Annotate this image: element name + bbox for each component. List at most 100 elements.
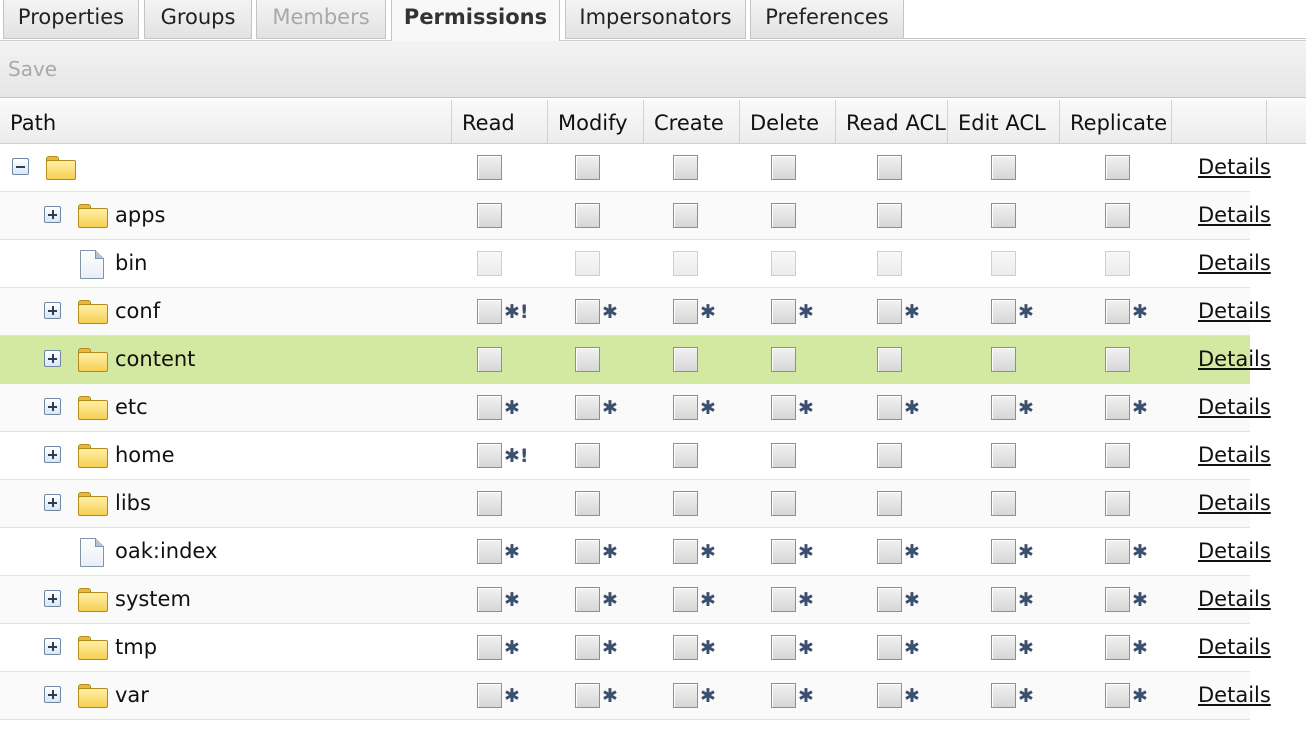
- column-header-read-acl[interactable]: Read ACL: [836, 100, 948, 144]
- details-link[interactable]: Details: [1198, 672, 1271, 720]
- checkbox-read[interactable]: [477, 155, 502, 180]
- path-label[interactable]: tmp: [115, 624, 157, 672]
- checkbox-delete[interactable]: [771, 203, 796, 228]
- path-label[interactable]: libs: [115, 480, 151, 528]
- checkbox-replicate[interactable]: [1105, 491, 1130, 516]
- checkbox-create[interactable]: [673, 539, 698, 564]
- details-link[interactable]: Details: [1198, 384, 1271, 432]
- checkbox-read[interactable]: [477, 443, 502, 468]
- checkbox-delete[interactable]: [771, 155, 796, 180]
- checkbox-edit-acl[interactable]: [991, 299, 1016, 324]
- checkbox-read-acl[interactable]: [877, 587, 902, 612]
- checkbox-modify[interactable]: [575, 443, 600, 468]
- checkbox-edit-acl[interactable]: [991, 587, 1016, 612]
- column-header-create[interactable]: Create: [644, 100, 740, 144]
- table-row[interactable]: conf ✱! ✱ ✱ ✱ ✱ ✱ ✱ Details: [0, 288, 1271, 336]
- expand-icon[interactable]: [44, 638, 61, 655]
- checkbox-replicate[interactable]: [1105, 299, 1130, 324]
- collapse-icon[interactable]: [12, 158, 29, 175]
- checkbox-replicate[interactable]: [1105, 587, 1130, 612]
- expand-icon[interactable]: [44, 206, 61, 223]
- checkbox-read[interactable]: [477, 299, 502, 324]
- checkbox-create[interactable]: [673, 395, 698, 420]
- checkbox-read[interactable]: [477, 203, 502, 228]
- checkbox-edit-acl[interactable]: [991, 155, 1016, 180]
- path-label[interactable]: apps: [115, 192, 165, 240]
- checkbox-modify[interactable]: [575, 299, 600, 324]
- checkbox-read-acl[interactable]: [877, 443, 902, 468]
- checkbox-replicate[interactable]: [1105, 155, 1130, 180]
- path-label[interactable]: oak:index: [115, 528, 217, 576]
- checkbox-delete[interactable]: [771, 491, 796, 516]
- details-link[interactable]: Details: [1198, 624, 1271, 672]
- checkbox-replicate[interactable]: [1105, 203, 1130, 228]
- checkbox-create[interactable]: [673, 491, 698, 516]
- table-row[interactable]: system ✱ ✱ ✱ ✱ ✱ ✱ ✱ Details: [0, 576, 1271, 624]
- details-link[interactable]: Details: [1198, 144, 1271, 192]
- path-label[interactable]: home: [115, 432, 175, 480]
- checkbox-edit-acl[interactable]: [991, 491, 1016, 516]
- checkbox-modify[interactable]: [575, 491, 600, 516]
- checkbox-delete[interactable]: [771, 395, 796, 420]
- table-row[interactable]: oak:index ✱ ✱ ✱ ✱ ✱ ✱ ✱ Details: [0, 528, 1271, 576]
- checkbox-read-acl[interactable]: [877, 203, 902, 228]
- tab-preferences[interactable]: Preferences: [750, 0, 904, 39]
- checkbox-modify[interactable]: [575, 587, 600, 612]
- checkbox-read-acl[interactable]: [877, 395, 902, 420]
- checkbox-modify[interactable]: [575, 635, 600, 660]
- checkbox-create[interactable]: [673, 203, 698, 228]
- details-link[interactable]: Details: [1198, 336, 1271, 384]
- checkbox-replicate[interactable]: [1105, 683, 1130, 708]
- details-link[interactable]: Details: [1198, 192, 1271, 240]
- checkbox-read-acl[interactable]: [877, 155, 902, 180]
- checkbox-modify[interactable]: [575, 347, 600, 372]
- checkbox-replicate[interactable]: [1105, 347, 1130, 372]
- expand-icon[interactable]: [44, 686, 61, 703]
- checkbox-modify[interactable]: [575, 203, 600, 228]
- checkbox-delete[interactable]: [771, 587, 796, 612]
- expand-icon[interactable]: [44, 350, 61, 367]
- checkbox-edit-acl[interactable]: [991, 395, 1016, 420]
- checkbox-create[interactable]: [673, 155, 698, 180]
- checkbox-modify[interactable]: [575, 395, 600, 420]
- checkbox-replicate[interactable]: [1105, 635, 1130, 660]
- details-link[interactable]: Details: [1198, 576, 1271, 624]
- checkbox-read-acl[interactable]: [877, 539, 902, 564]
- details-link[interactable]: Details: [1198, 528, 1271, 576]
- checkbox-read[interactable]: [477, 587, 502, 612]
- checkbox-edit-acl[interactable]: [991, 347, 1016, 372]
- checkbox-create[interactable]: [673, 587, 698, 612]
- table-row[interactable]: content Details: [0, 336, 1271, 384]
- checkbox-modify[interactable]: [575, 539, 600, 564]
- checkbox-edit-acl[interactable]: [991, 683, 1016, 708]
- checkbox-read-acl[interactable]: [877, 491, 902, 516]
- table-row[interactable]: tmp ✱ ✱ ✱ ✱ ✱ ✱ ✱ Details: [0, 624, 1271, 672]
- path-label[interactable]: etc: [115, 384, 148, 432]
- details-link[interactable]: Details: [1198, 432, 1271, 480]
- table-row[interactable]: apps Details: [0, 192, 1271, 240]
- checkbox-delete[interactable]: [771, 539, 796, 564]
- checkbox-replicate[interactable]: [1105, 539, 1130, 564]
- column-header-edit-acl[interactable]: Edit ACL: [948, 100, 1060, 144]
- path-label[interactable]: content: [115, 336, 195, 384]
- checkbox-create[interactable]: [673, 299, 698, 324]
- checkbox-edit-acl[interactable]: [991, 443, 1016, 468]
- details-link[interactable]: Details: [1198, 288, 1271, 336]
- checkbox-create[interactable]: [673, 443, 698, 468]
- expand-icon[interactable]: [44, 302, 61, 319]
- checkbox-read[interactable]: [477, 683, 502, 708]
- checkbox-delete[interactable]: [771, 635, 796, 660]
- checkbox-create[interactable]: [673, 347, 698, 372]
- checkbox-replicate[interactable]: [1105, 443, 1130, 468]
- table-row[interactable]: home ✱! Details: [0, 432, 1271, 480]
- table-row[interactable]: etc ✱ ✱ ✱ ✱ ✱ ✱ ✱ Details: [0, 384, 1271, 432]
- checkbox-edit-acl[interactable]: [991, 635, 1016, 660]
- table-row[interactable]: var ✱ ✱ ✱ ✱ ✱ ✱ ✱ Details: [0, 672, 1271, 720]
- column-header-replicate[interactable]: Replicate: [1060, 100, 1172, 144]
- checkbox-modify[interactable]: [575, 683, 600, 708]
- expand-icon[interactable]: [44, 398, 61, 415]
- checkbox-read-acl[interactable]: [877, 635, 902, 660]
- tab-properties[interactable]: Properties: [3, 0, 139, 39]
- tab-groups[interactable]: Groups: [144, 0, 252, 39]
- checkbox-edit-acl[interactable]: [991, 539, 1016, 564]
